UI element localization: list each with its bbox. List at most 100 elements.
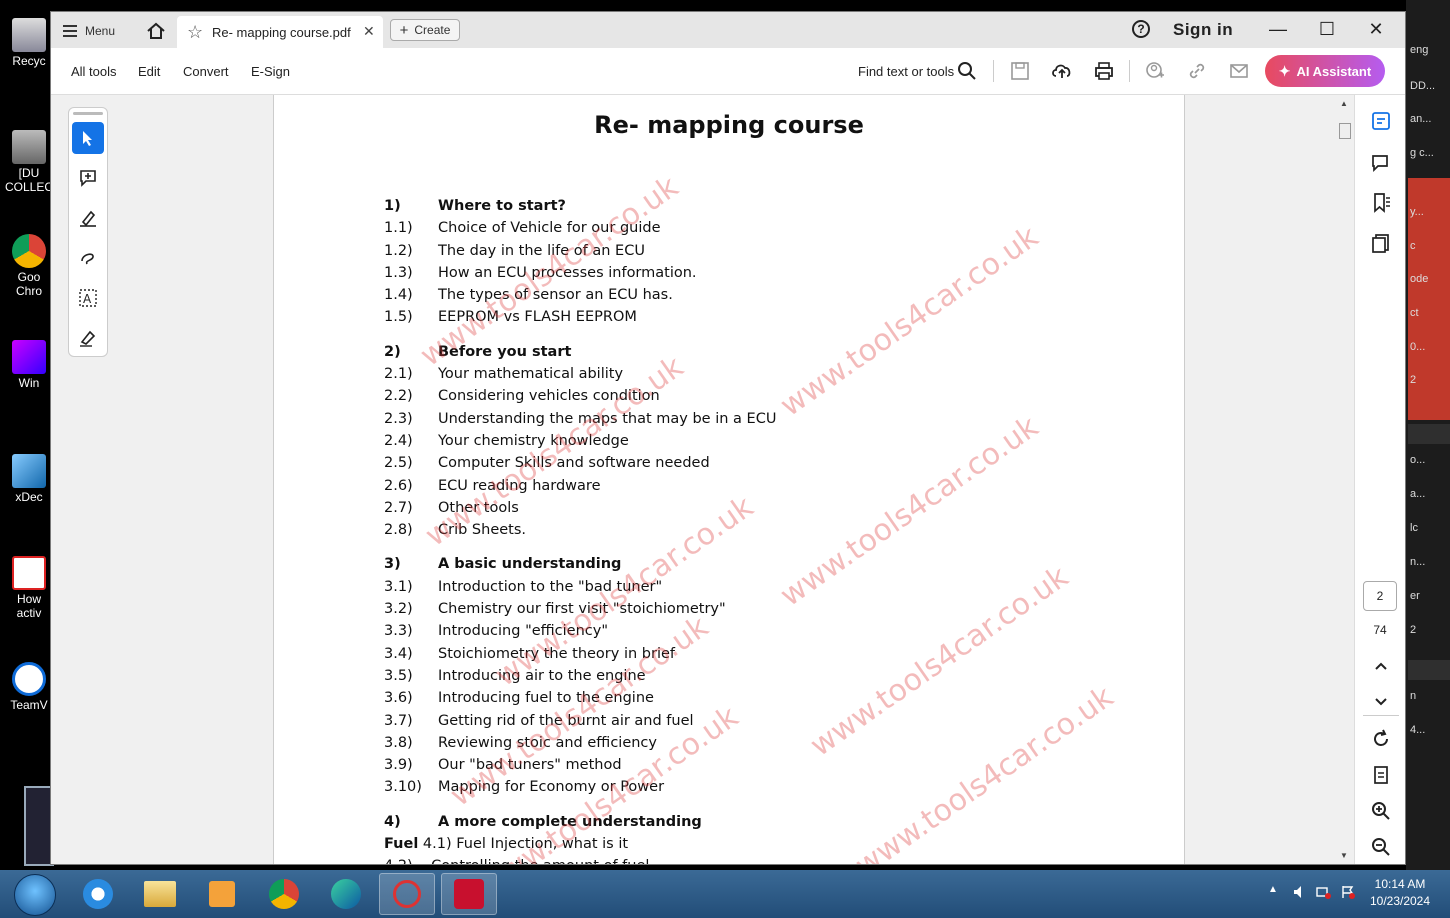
volume-icon[interactable] (1292, 884, 1308, 900)
toc-item: 2.7) Other tools (384, 497, 1084, 519)
desktop-icon-app[interactable]: Win (4, 340, 54, 390)
scroll-down-arrow[interactable]: ▼ (1340, 851, 1348, 860)
menu-button[interactable]: Menu (63, 20, 115, 42)
toc-heading-text: A basic understanding (438, 556, 622, 573)
freehand-icon (81, 253, 94, 265)
bg-row: an... (1410, 113, 1432, 125)
taskbar-snipping-tool[interactable] (379, 873, 435, 915)
draw-tool[interactable] (72, 242, 104, 274)
system-clock[interactable]: 10:14 AM 10/23/2024 (1360, 876, 1440, 910)
desktop-icon-xdec[interactable]: xDec (4, 454, 54, 504)
action-center-icon[interactable] (1340, 884, 1356, 900)
toc-item-number: 2.3) (384, 410, 413, 427)
toc-item-text: Considering vehicles condition (438, 388, 660, 405)
help-icon[interactable]: ? (1132, 20, 1150, 38)
vertical-scrollbar[interactable]: ▲ ▼ (1337, 95, 1353, 864)
toc-item-number: 1.1) (384, 220, 413, 237)
bg-row: g c... (1410, 147, 1434, 159)
toc-item-number: 2.2) (384, 388, 413, 405)
ai-notes-icon[interactable] (1369, 109, 1393, 133)
toc-item-text: Stoichiometry the theory in brief (438, 645, 676, 662)
scroll-thumb[interactable] (1339, 123, 1351, 139)
start-button[interactable] (14, 874, 56, 916)
sign-in-button[interactable]: Sign in (1173, 20, 1233, 40)
desktop-icon-recycle-bin[interactable]: Recyc (4, 18, 54, 68)
toc-heading-number: 1) (384, 198, 401, 214)
teamviewer-icon (12, 662, 46, 696)
select-tool[interactable] (72, 122, 104, 154)
maximize-button[interactable]: ☐ (1312, 16, 1342, 44)
ai-assistant-icon: ✦ (1278, 62, 1291, 79)
pages-icon[interactable] (1369, 231, 1393, 255)
home-button[interactable] (143, 19, 169, 43)
add-comment-tool[interactable] (72, 162, 104, 194)
toc-item-text: Your mathematical ability (438, 366, 624, 383)
table-of-contents: 1) Where to start? 1.1) Choice of Vehicle f… (384, 195, 1084, 864)
esign-menu[interactable]: E-Sign (251, 64, 290, 79)
highlight-tool[interactable] (72, 202, 104, 234)
all-tools-menu[interactable]: All tools (71, 64, 117, 79)
taskbar-edge[interactable] (318, 873, 374, 915)
zoom-in-icon[interactable] (1369, 799, 1393, 823)
taskbar-media-player[interactable] (194, 873, 250, 915)
tab-document[interactable]: ☆ Re- mapping course.pdf ✕ (177, 16, 383, 48)
star-icon[interactable]: ☆ (187, 22, 203, 43)
bookmarks-icon[interactable] (1369, 191, 1393, 215)
taskbar-file-explorer[interactable] (132, 873, 188, 915)
desktop-icon-teamviewer[interactable]: TeamV (4, 662, 54, 712)
bg-row: o... (1410, 454, 1426, 466)
taskbar-internet-explorer[interactable] (70, 873, 126, 915)
drag-handle[interactable] (73, 112, 103, 115)
create-button[interactable]: + Create (390, 19, 460, 41)
find-text-button[interactable]: Find text or tools (858, 64, 954, 79)
chevron-up-icon[interactable] (1369, 655, 1393, 679)
toc-item: 1.3) How an ECU processes information. (384, 262, 1084, 284)
desktop-icon-drive[interactable]: [DU COLLEC (4, 130, 54, 194)
share-user-icon[interactable] (1144, 60, 1166, 82)
pdf-page: Re- mapping course 1) Where to start? 1.1)… (273, 95, 1185, 864)
text-recognition-tool[interactable]: A (72, 282, 104, 314)
bg-row: ode (1410, 273, 1429, 285)
toc-item: 1.5) EEPROM vs FLASH EEPROM (384, 306, 1084, 328)
title-bar: Menu ☆ Re- mapping course.pdf ✕ + Create… (51, 12, 1405, 48)
close-tab-icon[interactable]: ✕ (363, 23, 375, 40)
taskbar-acrobat[interactable] (441, 873, 497, 915)
show-hidden-icons[interactable]: ▲ (1268, 884, 1278, 895)
comment-add-icon (80, 170, 96, 187)
network-icon[interactable] (1316, 884, 1332, 900)
link-icon[interactable] (1186, 60, 1208, 82)
search-icon[interactable] (956, 60, 978, 82)
sign-tool[interactable] (72, 322, 104, 354)
convert-menu[interactable]: Convert (183, 64, 229, 79)
text-box-icon: A (79, 289, 97, 307)
pen-sign-icon (80, 330, 96, 347)
page-number-input[interactable]: 2 (1363, 581, 1397, 611)
desktop-icon-chrome[interactable]: Goo Chro (4, 234, 54, 298)
chrome-icon (269, 879, 299, 909)
toc-section: 4) A more complete understanding (384, 811, 1084, 833)
toc-cut-line: 4.2) Controlling the amount of fuel (384, 855, 1084, 864)
comments-icon[interactable] (1369, 151, 1393, 175)
email-icon[interactable] (1228, 60, 1250, 82)
bg-row: 0... (1410, 341, 1426, 353)
page-fit-icon[interactable] (1369, 763, 1393, 787)
bg-row: 2 (1410, 374, 1417, 386)
toc-item: 3.5) Introducing air to the engine (384, 665, 1084, 687)
toc-heading-text: Before you start (438, 343, 572, 360)
taskbar-chrome[interactable] (256, 873, 312, 915)
cloud-upload-icon[interactable] (1051, 60, 1073, 82)
close-window-button[interactable]: ✕ (1361, 16, 1391, 44)
scroll-up-arrow[interactable]: ▲ (1340, 99, 1348, 108)
rotate-icon[interactable] (1369, 727, 1393, 751)
toc-item: 3.6) Introducing fuel to the engine (384, 687, 1084, 709)
zoom-out-icon[interactable] (1369, 835, 1393, 859)
desktop-icon-pdf[interactable]: How activ (4, 556, 54, 620)
toc-item-text: Introduction to the "bad tuner" (438, 578, 663, 595)
save-icon[interactable] (1009, 60, 1031, 82)
chevron-down-icon[interactable] (1369, 689, 1393, 713)
minimize-button[interactable]: — (1263, 16, 1293, 44)
folder-icon (144, 881, 176, 907)
edit-menu[interactable]: Edit (138, 64, 160, 79)
ai-assistant-button[interactable]: ✦ AI Assistant (1265, 55, 1385, 87)
print-icon[interactable] (1093, 60, 1115, 82)
